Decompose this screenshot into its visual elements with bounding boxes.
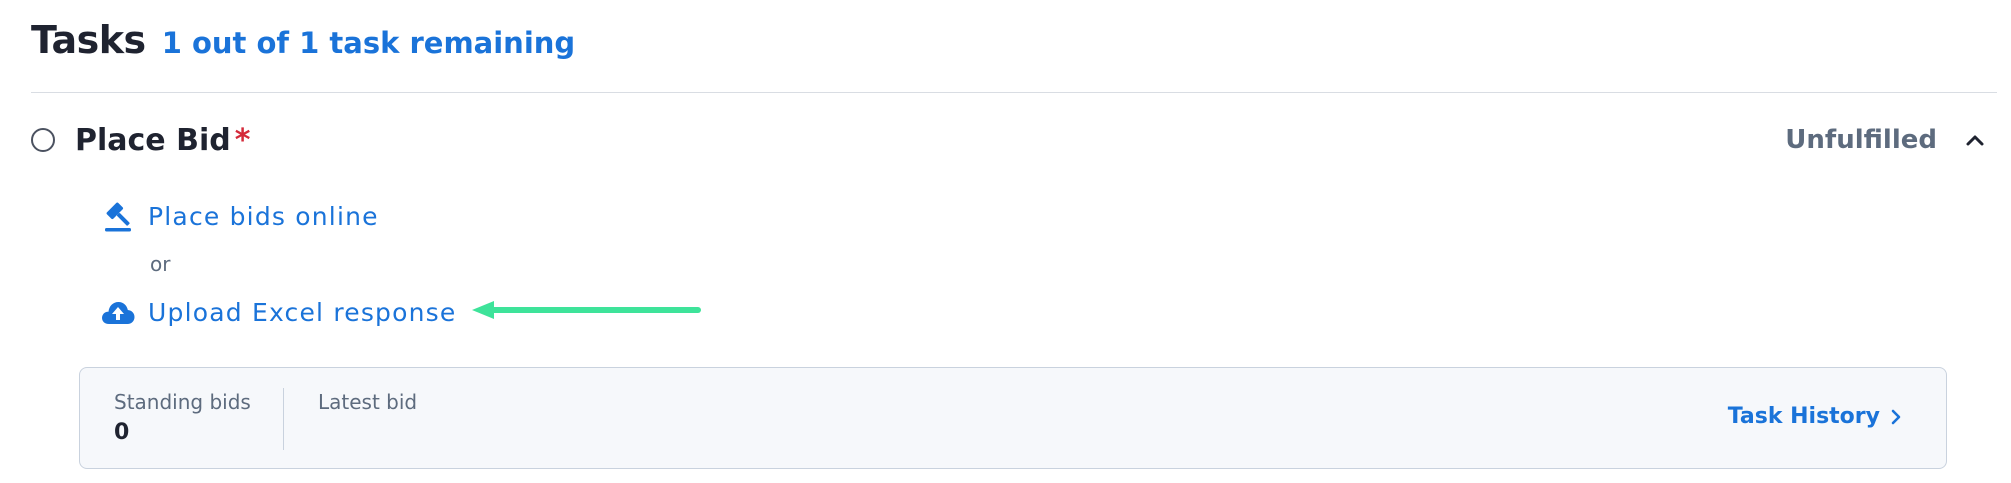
task-history-label: Task History (1727, 404, 1880, 429)
cloud-upload-icon (100, 294, 136, 330)
header-divider (31, 92, 1997, 93)
page-title: Tasks (31, 18, 146, 62)
upload-excel-link[interactable]: Upload Excel response (100, 294, 456, 330)
place-bids-online-link[interactable]: Place bids online (100, 198, 379, 234)
or-separator: or (150, 252, 171, 276)
task-name: Place Bid (75, 122, 231, 158)
place-bids-online-label: Place bids online (148, 201, 379, 231)
task-row-place-bid[interactable]: Place Bid * Unfulfilled (31, 110, 1997, 170)
latest-bid-label: Latest bid (318, 390, 418, 414)
upload-excel-label: Upload Excel response (148, 297, 457, 327)
task-status: Unfulfilled (1785, 125, 1937, 155)
tasks-header: Tasks 1 out of 1 task remaining (31, 18, 575, 62)
stat-divider (283, 388, 284, 450)
annotation-arrow (472, 301, 701, 319)
task-complete-radio[interactable] (31, 128, 55, 152)
standing-bids-value: 0 (114, 420, 130, 445)
standing-bids-label: Standing bids (114, 390, 251, 414)
latest-bid-stat: Latest bid (318, 390, 417, 420)
required-marker: * (234, 122, 251, 158)
bid-summary-panel: Standing bids 0 Latest bid Task History (79, 367, 1947, 469)
tasks-remaining-link[interactable]: 1 out of 1 task remaining (162, 26, 575, 60)
chevron-right-icon (1890, 408, 1902, 426)
standing-bids-stat: Standing bids 0 (114, 390, 251, 445)
task-history-link[interactable]: Task History (1728, 404, 1902, 429)
collapse-button[interactable] (1961, 126, 1989, 154)
gavel-icon (100, 198, 136, 234)
chevron-up-icon (1966, 135, 1984, 146)
tasks-page: Tasks 1 out of 1 task remaining Place Bi… (0, 0, 2011, 483)
